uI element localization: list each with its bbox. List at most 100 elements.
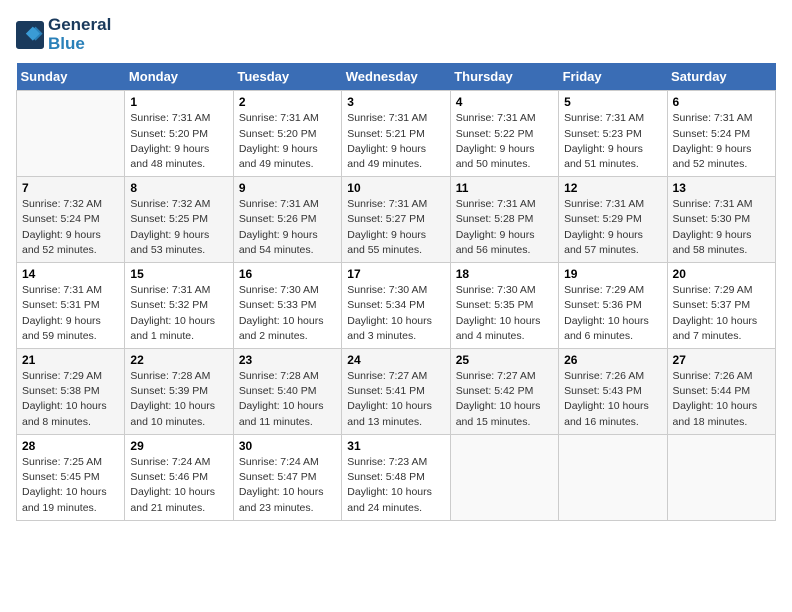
day-cell: 2 Sunrise: 7:31 AM Sunset: 5:20 PM Dayli…	[233, 91, 341, 177]
day-number: 2	[239, 95, 336, 109]
day-info: Sunrise: 7:29 AM Sunset: 5:37 PM Dayligh…	[673, 283, 770, 344]
day-info: Sunrise: 7:31 AM Sunset: 5:30 PM Dayligh…	[673, 197, 770, 258]
day-info: Sunrise: 7:30 AM Sunset: 5:34 PM Dayligh…	[347, 283, 444, 344]
day-number: 3	[347, 95, 444, 109]
day-cell: 15 Sunrise: 7:31 AM Sunset: 5:32 PM Dayl…	[125, 263, 233, 349]
weekday-header-sunday: Sunday	[17, 63, 125, 91]
logo-icon	[16, 21, 44, 49]
week-row-2: 7 Sunrise: 7:32 AM Sunset: 5:24 PM Dayli…	[17, 177, 776, 263]
day-cell: 19 Sunrise: 7:29 AM Sunset: 5:36 PM Dayl…	[559, 263, 667, 349]
day-number: 22	[130, 353, 227, 367]
day-number: 19	[564, 267, 661, 281]
day-info: Sunrise: 7:32 AM Sunset: 5:25 PM Dayligh…	[130, 197, 227, 258]
day-cell: 1 Sunrise: 7:31 AM Sunset: 5:20 PM Dayli…	[125, 91, 233, 177]
day-info: Sunrise: 7:31 AM Sunset: 5:27 PM Dayligh…	[347, 197, 444, 258]
week-row-3: 14 Sunrise: 7:31 AM Sunset: 5:31 PM Dayl…	[17, 263, 776, 349]
day-info: Sunrise: 7:24 AM Sunset: 5:47 PM Dayligh…	[239, 455, 336, 516]
day-cell: 9 Sunrise: 7:31 AM Sunset: 5:26 PM Dayli…	[233, 177, 341, 263]
day-cell: 17 Sunrise: 7:30 AM Sunset: 5:34 PM Dayl…	[342, 263, 450, 349]
day-cell	[667, 434, 775, 520]
day-cell: 27 Sunrise: 7:26 AM Sunset: 5:44 PM Dayl…	[667, 349, 775, 435]
day-cell: 14 Sunrise: 7:31 AM Sunset: 5:31 PM Dayl…	[17, 263, 125, 349]
day-info: Sunrise: 7:30 AM Sunset: 5:35 PM Dayligh…	[456, 283, 553, 344]
day-info: Sunrise: 7:28 AM Sunset: 5:40 PM Dayligh…	[239, 369, 336, 430]
day-number: 20	[673, 267, 770, 281]
day-info: Sunrise: 7:32 AM Sunset: 5:24 PM Dayligh…	[22, 197, 119, 258]
calendar-table: SundayMondayTuesdayWednesdayThursdayFrid…	[16, 63, 776, 520]
day-info: Sunrise: 7:31 AM Sunset: 5:28 PM Dayligh…	[456, 197, 553, 258]
day-cell: 31 Sunrise: 7:23 AM Sunset: 5:48 PM Dayl…	[342, 434, 450, 520]
weekday-header-thursday: Thursday	[450, 63, 558, 91]
day-number: 6	[673, 95, 770, 109]
day-cell: 6 Sunrise: 7:31 AM Sunset: 5:24 PM Dayli…	[667, 91, 775, 177]
day-info: Sunrise: 7:31 AM Sunset: 5:20 PM Dayligh…	[239, 111, 336, 172]
day-cell: 26 Sunrise: 7:26 AM Sunset: 5:43 PM Dayl…	[559, 349, 667, 435]
day-number: 8	[130, 181, 227, 195]
day-info: Sunrise: 7:31 AM Sunset: 5:21 PM Dayligh…	[347, 111, 444, 172]
day-cell: 4 Sunrise: 7:31 AM Sunset: 5:22 PM Dayli…	[450, 91, 558, 177]
day-number: 11	[456, 181, 553, 195]
day-info: Sunrise: 7:26 AM Sunset: 5:44 PM Dayligh…	[673, 369, 770, 430]
day-cell: 29 Sunrise: 7:24 AM Sunset: 5:46 PM Dayl…	[125, 434, 233, 520]
week-row-1: 1 Sunrise: 7:31 AM Sunset: 5:20 PM Dayli…	[17, 91, 776, 177]
day-cell: 24 Sunrise: 7:27 AM Sunset: 5:41 PM Dayl…	[342, 349, 450, 435]
day-cell: 10 Sunrise: 7:31 AM Sunset: 5:27 PM Dayl…	[342, 177, 450, 263]
day-number: 7	[22, 181, 119, 195]
day-cell	[450, 434, 558, 520]
day-info: Sunrise: 7:29 AM Sunset: 5:36 PM Dayligh…	[564, 283, 661, 344]
day-cell: 5 Sunrise: 7:31 AM Sunset: 5:23 PM Dayli…	[559, 91, 667, 177]
weekday-header-tuesday: Tuesday	[233, 63, 341, 91]
weekday-header-wednesday: Wednesday	[342, 63, 450, 91]
day-number: 1	[130, 95, 227, 109]
day-cell: 20 Sunrise: 7:29 AM Sunset: 5:37 PM Dayl…	[667, 263, 775, 349]
day-number: 21	[22, 353, 119, 367]
day-number: 16	[239, 267, 336, 281]
day-number: 9	[239, 181, 336, 195]
day-number: 30	[239, 439, 336, 453]
weekday-header-saturday: Saturday	[667, 63, 775, 91]
day-cell: 30 Sunrise: 7:24 AM Sunset: 5:47 PM Dayl…	[233, 434, 341, 520]
day-number: 24	[347, 353, 444, 367]
day-info: Sunrise: 7:31 AM Sunset: 5:22 PM Dayligh…	[456, 111, 553, 172]
day-number: 5	[564, 95, 661, 109]
day-number: 13	[673, 181, 770, 195]
day-info: Sunrise: 7:24 AM Sunset: 5:46 PM Dayligh…	[130, 455, 227, 516]
day-info: Sunrise: 7:30 AM Sunset: 5:33 PM Dayligh…	[239, 283, 336, 344]
weekday-header-monday: Monday	[125, 63, 233, 91]
day-number: 4	[456, 95, 553, 109]
calendar-body: 1 Sunrise: 7:31 AM Sunset: 5:20 PM Dayli…	[17, 91, 776, 520]
day-cell: 18 Sunrise: 7:30 AM Sunset: 5:35 PM Dayl…	[450, 263, 558, 349]
page-header: General Blue	[16, 16, 776, 53]
day-number: 17	[347, 267, 444, 281]
day-info: Sunrise: 7:27 AM Sunset: 5:41 PM Dayligh…	[347, 369, 444, 430]
day-number: 25	[456, 353, 553, 367]
day-number: 29	[130, 439, 227, 453]
day-cell	[17, 91, 125, 177]
day-info: Sunrise: 7:31 AM Sunset: 5:29 PM Dayligh…	[564, 197, 661, 258]
weekday-header-friday: Friday	[559, 63, 667, 91]
day-cell	[559, 434, 667, 520]
day-cell: 16 Sunrise: 7:30 AM Sunset: 5:33 PM Dayl…	[233, 263, 341, 349]
day-info: Sunrise: 7:25 AM Sunset: 5:45 PM Dayligh…	[22, 455, 119, 516]
weekday-header-row: SundayMondayTuesdayWednesdayThursdayFrid…	[17, 63, 776, 91]
day-info: Sunrise: 7:23 AM Sunset: 5:48 PM Dayligh…	[347, 455, 444, 516]
day-cell: 21 Sunrise: 7:29 AM Sunset: 5:38 PM Dayl…	[17, 349, 125, 435]
logo-text: General Blue	[48, 16, 111, 53]
day-number: 10	[347, 181, 444, 195]
day-cell: 8 Sunrise: 7:32 AM Sunset: 5:25 PM Dayli…	[125, 177, 233, 263]
day-cell: 12 Sunrise: 7:31 AM Sunset: 5:29 PM Dayl…	[559, 177, 667, 263]
day-number: 18	[456, 267, 553, 281]
day-info: Sunrise: 7:31 AM Sunset: 5:20 PM Dayligh…	[130, 111, 227, 172]
day-cell: 22 Sunrise: 7:28 AM Sunset: 5:39 PM Dayl…	[125, 349, 233, 435]
day-cell: 13 Sunrise: 7:31 AM Sunset: 5:30 PM Dayl…	[667, 177, 775, 263]
day-number: 28	[22, 439, 119, 453]
day-number: 26	[564, 353, 661, 367]
day-cell: 28 Sunrise: 7:25 AM Sunset: 5:45 PM Dayl…	[17, 434, 125, 520]
day-cell: 25 Sunrise: 7:27 AM Sunset: 5:42 PM Dayl…	[450, 349, 558, 435]
day-cell: 23 Sunrise: 7:28 AM Sunset: 5:40 PM Dayl…	[233, 349, 341, 435]
day-info: Sunrise: 7:28 AM Sunset: 5:39 PM Dayligh…	[130, 369, 227, 430]
day-number: 15	[130, 267, 227, 281]
day-cell: 11 Sunrise: 7:31 AM Sunset: 5:28 PM Dayl…	[450, 177, 558, 263]
day-info: Sunrise: 7:31 AM Sunset: 5:26 PM Dayligh…	[239, 197, 336, 258]
day-info: Sunrise: 7:29 AM Sunset: 5:38 PM Dayligh…	[22, 369, 119, 430]
